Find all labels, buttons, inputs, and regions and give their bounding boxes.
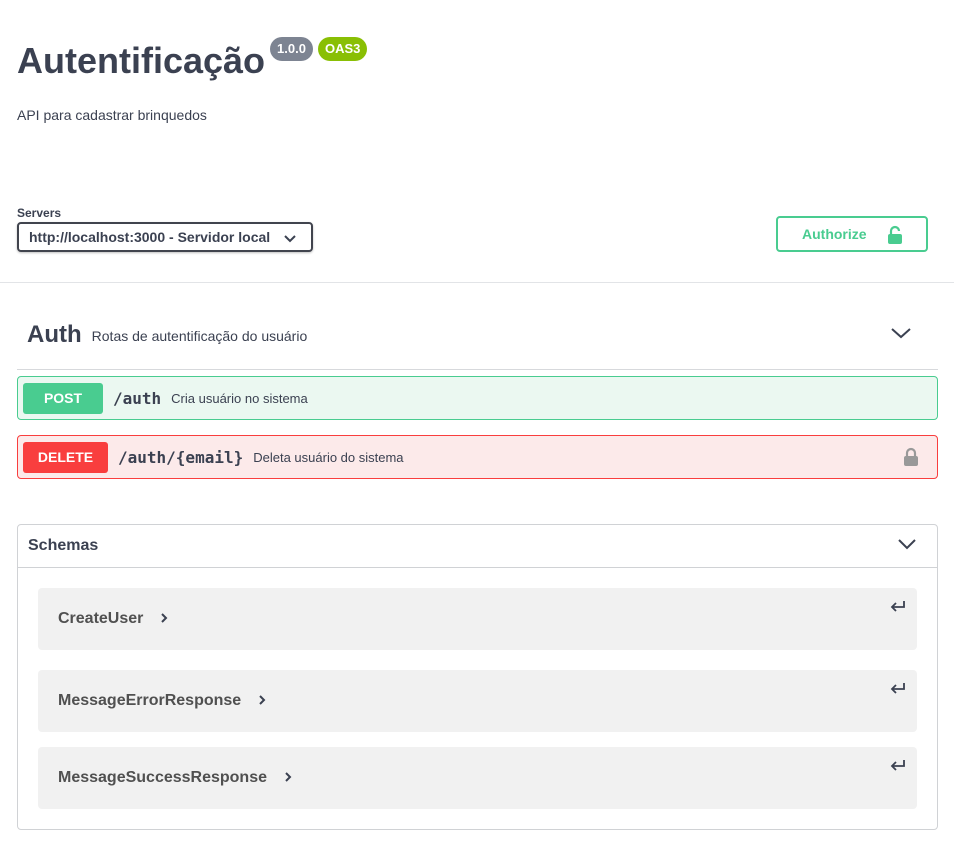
- operation-delete-auth-email[interactable]: DELETE /auth/{email} Deleta usuário do s…: [17, 435, 938, 479]
- lock-icon[interactable]: [903, 447, 919, 472]
- servers-select[interactable]: http://localhost:3000 - Servidor local: [17, 222, 313, 252]
- schema-name: CreateUser: [58, 610, 144, 627]
- authorize-button[interactable]: Authorize: [776, 216, 928, 252]
- method-badge-post: POST: [23, 382, 103, 414]
- authorize-label: Authorize: [802, 226, 867, 242]
- operation-path: /auth: [113, 388, 162, 408]
- return-arrow-icon[interactable]: [889, 757, 907, 778]
- schemas-section: Schemas CreateUser MessageErrorResponse …: [17, 524, 938, 830]
- version-badge: 1.0.0: [270, 37, 313, 61]
- unlocked-lock-icon: [886, 225, 904, 248]
- schemas-title: Schemas: [28, 537, 99, 554]
- api-info: Autentificação 1.0.0 OAS3: [17, 36, 368, 84]
- chevron-right-icon: [159, 611, 169, 629]
- operation-summary: Cria usuário no sistema: [171, 390, 308, 406]
- operation-summary: Deleta usuário do sistema: [253, 449, 404, 465]
- chevron-right-icon: [257, 693, 267, 711]
- header-divider: [0, 282, 954, 283]
- api-description: API para cadastrar brinquedos: [17, 107, 207, 123]
- tag-description: Rotas de autentificação do usuário: [91, 327, 308, 344]
- chevron-down-icon: [283, 231, 297, 248]
- schemas-header[interactable]: Schemas: [18, 525, 937, 568]
- schema-item-createuser[interactable]: CreateUser: [38, 588, 917, 650]
- return-arrow-icon[interactable]: [889, 598, 907, 619]
- schema-name: MessageSuccessResponse: [58, 769, 267, 786]
- tag-section-auth[interactable]: Auth Rotas de autentificação do usuário: [17, 312, 938, 370]
- tag-name: Auth: [27, 320, 82, 348]
- schema-item-messagesuccessresponse[interactable]: MessageSuccessResponse: [38, 747, 917, 809]
- servers-label: Servers: [17, 206, 62, 220]
- oas-badge: OAS3: [317, 37, 368, 61]
- schema-name: MessageErrorResponse: [58, 692, 242, 709]
- method-badge-delete: DELETE: [23, 441, 108, 473]
- servers-selected-value: http://localhost:3000 - Servidor local: [29, 229, 271, 245]
- chevron-down-icon[interactable]: [890, 326, 912, 345]
- title-row: Autentificação 1.0.0 OAS3: [17, 36, 368, 84]
- page-title: Autentificação: [17, 40, 266, 81]
- operation-path: /auth/{email}: [118, 447, 244, 467]
- chevron-right-icon: [283, 770, 293, 788]
- chevron-down-icon: [897, 537, 917, 556]
- schema-item-messageerrorresponse[interactable]: MessageErrorResponse: [38, 670, 917, 732]
- return-arrow-icon[interactable]: [889, 680, 907, 701]
- operation-post-auth[interactable]: POST /auth Cria usuário no sistema: [17, 376, 938, 420]
